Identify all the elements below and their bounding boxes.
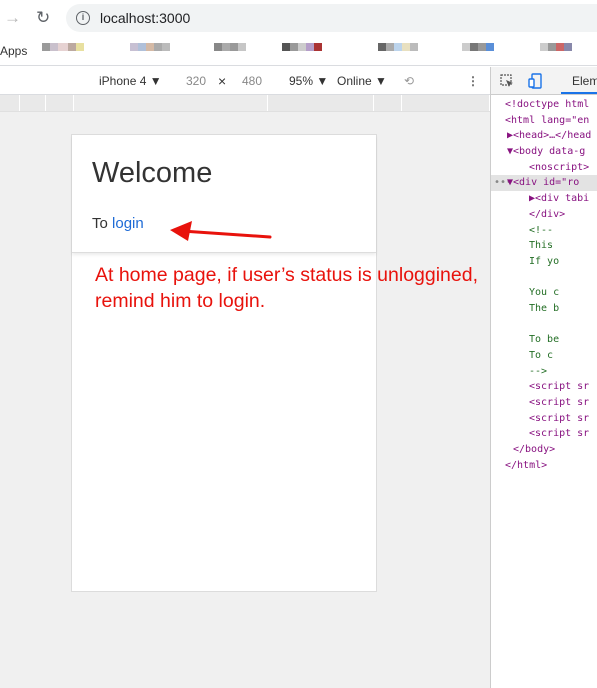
dom-tree-line[interactable]: <noscript> bbox=[491, 160, 597, 176]
device-toggle-icon[interactable] bbox=[528, 73, 542, 89]
devtools-panel: Elem <!doctype html <html lang="en ▶<head>… bbox=[490, 67, 597, 688]
network-select[interactable]: Online ▼ bbox=[337, 74, 387, 88]
address-bar[interactable]: i localhost:3000 bbox=[66, 4, 597, 32]
dom-tree-line[interactable]: ▶<div tabi bbox=[491, 191, 597, 207]
dom-tree-line-text: ▶<head>…</head bbox=[507, 130, 592, 142]
dom-tree-line-text: </html> bbox=[505, 459, 548, 471]
inspect-element-icon[interactable] bbox=[500, 74, 514, 88]
tab-elements[interactable]: Elem bbox=[572, 74, 597, 88]
dom-tree-line[interactable]: <script sr bbox=[491, 426, 597, 442]
dom-tree-line-text: </div> bbox=[529, 208, 566, 220]
dom-tree-line-text: <script sr bbox=[529, 412, 590, 424]
dom-tree-line[interactable]: <!-- bbox=[491, 223, 597, 239]
dom-tree-line[interactable]: --> bbox=[491, 364, 597, 380]
dom-tree-line-text: <script sr bbox=[529, 381, 590, 393]
browser-topbar: → ↻ i localhost:3000 bbox=[0, 0, 597, 36]
dom-tree-line[interactable]: <!doctype html bbox=[491, 97, 597, 113]
dom-tree-line[interactable]: ••• ▼<div id="ro bbox=[491, 175, 597, 192]
active-tab-indicator bbox=[561, 92, 597, 94]
dom-tree-line[interactable]: <html lang="en bbox=[491, 113, 597, 129]
dom-tree-line-text: </body> bbox=[513, 444, 556, 456]
dom-tree-line-text: The b bbox=[529, 302, 560, 314]
info-icon[interactable]: i bbox=[76, 11, 90, 25]
dom-tree-line-text: <noscript> bbox=[529, 161, 590, 173]
dom-tree-line-text: ▼<body data-g bbox=[507, 146, 586, 158]
dom-tree-line-text: If yo bbox=[529, 255, 560, 267]
page-title: Welcome bbox=[92, 157, 213, 189]
bookmark-blurred[interactable] bbox=[130, 43, 170, 59]
dom-tree-line[interactable]: If yo bbox=[491, 254, 597, 270]
dom-tree-line[interactable] bbox=[491, 270, 597, 286]
dom-tree-line[interactable]: To be bbox=[491, 332, 597, 348]
dom-tree-line-text: <!doctype html bbox=[505, 99, 590, 110]
dom-tree-line[interactable]: <script sr bbox=[491, 411, 597, 427]
dom-tree-line[interactable]: </body> bbox=[491, 442, 597, 458]
reload-icon[interactable]: ↻ bbox=[36, 8, 54, 28]
dom-tree-line-text: To be bbox=[529, 334, 560, 346]
dom-tree: <!doctype html <html lang="en ▶<head>…</he… bbox=[491, 97, 597, 474]
dom-tree-line-text: --> bbox=[529, 365, 548, 377]
dom-tree-line[interactable] bbox=[491, 317, 597, 333]
device-select[interactable]: iPhone 4 ▼ bbox=[99, 74, 162, 88]
to-text: To bbox=[92, 215, 113, 232]
dom-tree-line-text: <script sr bbox=[529, 428, 590, 440]
dom-tree-line-text: <html lang="en bbox=[505, 114, 590, 126]
dom-tree-line[interactable]: ▶<head>…</head bbox=[491, 128, 597, 144]
more-options-icon[interactable]: ⋮ bbox=[467, 74, 479, 88]
bookmark-blurred[interactable] bbox=[378, 43, 418, 59]
dom-tree-line-text: You c bbox=[529, 287, 560, 299]
dom-tree-line-text: To c bbox=[529, 350, 554, 361]
url-text[interactable]: localhost:3000 bbox=[100, 10, 190, 26]
rotate-icon[interactable]: ⟲ bbox=[404, 74, 414, 88]
bookmark-blurred[interactable] bbox=[462, 43, 494, 59]
bookmark-blurred[interactable] bbox=[540, 43, 572, 59]
dom-tree-line-text: ▼<div id="ro bbox=[507, 177, 580, 189]
dom-tree-line[interactable]: The b bbox=[491, 301, 597, 317]
dom-tree-line-text: <script sr bbox=[529, 397, 590, 409]
dom-tree-line[interactable]: You c bbox=[491, 285, 597, 301]
dom-tree-line[interactable]: This bbox=[491, 238, 597, 254]
dom-tree-line-text: <!-- bbox=[529, 224, 554, 236]
device-height[interactable]: 480 bbox=[242, 74, 262, 88]
media-query-ruler[interactable] bbox=[0, 95, 490, 112]
login-prompt: To login bbox=[92, 215, 144, 232]
dom-tree-line[interactable]: ▼<body data-g bbox=[491, 144, 597, 160]
dom-tree-line-text: ▶<div tabi bbox=[529, 193, 590, 205]
bookmark-blurred[interactable] bbox=[42, 43, 84, 59]
zoom-select[interactable]: 95% ▼ bbox=[289, 74, 328, 88]
device-viewport: Welcome To login bbox=[71, 134, 377, 592]
bookmark-blurred[interactable] bbox=[282, 43, 322, 59]
device-toolbar: iPhone 4 ▼ 320 × 480 95% ▼ Online ▼ ⟲ ⋮ bbox=[0, 67, 490, 95]
dom-tree-line[interactable]: <script sr bbox=[491, 395, 597, 411]
dom-tree-line[interactable]: </div> bbox=[491, 207, 597, 223]
apps-bookmark[interactable]: Apps bbox=[0, 44, 27, 58]
dom-tree-line-text: This bbox=[529, 240, 554, 252]
bookmarks-bar: Apps bbox=[0, 36, 597, 66]
dimension-times: × bbox=[218, 73, 227, 89]
devtools-tabbar: Elem bbox=[491, 67, 597, 95]
login-link[interactable]: login bbox=[112, 215, 144, 232]
dom-tree-line[interactable]: </html> bbox=[491, 458, 597, 474]
forward-icon[interactable]: → bbox=[4, 8, 22, 28]
device-width[interactable]: 320 bbox=[186, 74, 206, 88]
dom-tree-line[interactable]: To c bbox=[491, 348, 597, 364]
dom-tree-line[interactable]: <script sr bbox=[491, 379, 597, 395]
bookmark-blurred[interactable] bbox=[214, 43, 246, 59]
annotation-arrow-icon bbox=[170, 221, 272, 241]
